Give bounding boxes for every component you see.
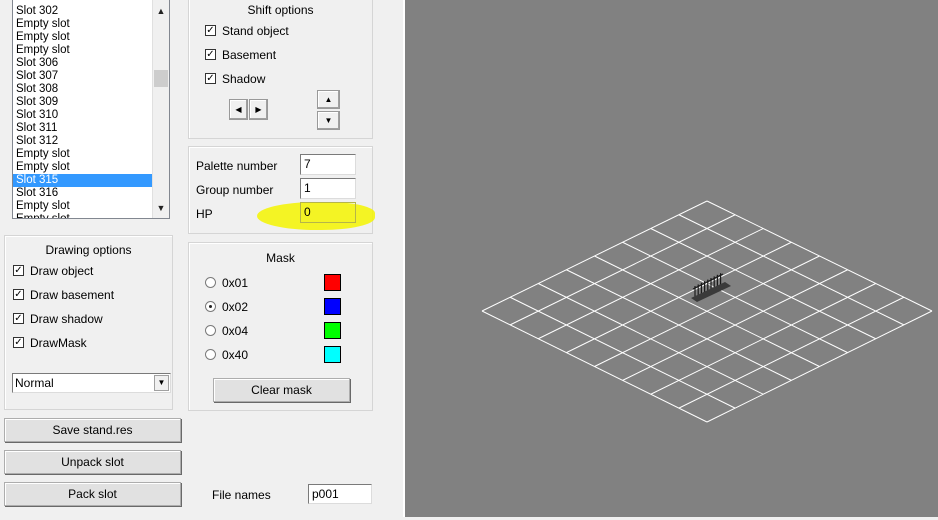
shift-options-title: Shift options bbox=[247, 3, 314, 17]
slot-list-item[interactable]: Slot 312 bbox=[13, 135, 155, 148]
slot-list-item[interactable]: Slot 315 bbox=[13, 174, 155, 187]
shift-up-button[interactable]: ▲ bbox=[317, 90, 340, 109]
palette-number-label: Palette number bbox=[196, 159, 278, 173]
group-number-input[interactable]: 1 bbox=[300, 178, 356, 199]
mask-title: Mask bbox=[266, 251, 295, 265]
clear-mask-button[interactable]: Clear mask bbox=[213, 378, 350, 402]
draw-mode-value: Normal bbox=[15, 376, 54, 390]
shift-left-button[interactable]: ◀ bbox=[229, 99, 248, 120]
checkbox-icon[interactable]: ✓ bbox=[13, 337, 24, 349]
fence-object bbox=[691, 273, 731, 302]
slot-list[interactable]: Slot 302 Empty slot Empty slot Empty slot Sl… bbox=[12, 0, 170, 219]
draw-basement-checkbox[interactable]: ✓ Draw basement bbox=[13, 288, 114, 302]
slot-list-item[interactable]: Empty slot bbox=[13, 44, 155, 57]
mask-radio-0x40[interactable]: 0x40 bbox=[205, 348, 248, 362]
slot-list-item[interactable]: Slot 310 bbox=[13, 109, 155, 122]
render-viewport[interactable] bbox=[405, 0, 938, 517]
slot-list-item[interactable]: Empty slot bbox=[13, 161, 155, 174]
mask-radio-0x02[interactable]: 0x02 bbox=[205, 300, 248, 314]
draw-mode-select[interactable]: Normal ▼ bbox=[12, 373, 171, 393]
arrow-down-icon: ▼ bbox=[324, 116, 333, 125]
slot-list-item[interactable]: Empty slot bbox=[13, 213, 155, 218]
mask-swatch-blue bbox=[324, 298, 341, 315]
draw-object-checkbox[interactable]: ✓ Draw object bbox=[13, 264, 93, 278]
scroll-up-icon[interactable]: ▲ bbox=[153, 3, 169, 19]
hp-label: HP bbox=[196, 207, 213, 221]
radio-icon[interactable] bbox=[205, 349, 216, 361]
mask-radio-0x01[interactable]: 0x01 bbox=[205, 276, 248, 290]
arrow-right-icon: ▶ bbox=[255, 105, 262, 114]
checkbox-icon[interactable]: ✓ bbox=[13, 313, 24, 325]
group-number-label: Group number bbox=[196, 183, 274, 197]
isometric-grid bbox=[481, 200, 933, 423]
arrow-up-icon: ▲ bbox=[324, 95, 333, 104]
slot-list-item[interactable]: Slot 306 bbox=[13, 57, 155, 70]
slot-list-item[interactable]: Empty slot bbox=[13, 200, 155, 213]
checkbox-icon[interactable]: ✓ bbox=[205, 49, 216, 61]
radio-icon[interactable] bbox=[205, 325, 216, 337]
file-names-input[interactable]: p001 bbox=[308, 484, 372, 504]
slot-list-item[interactable]: Slot 309 bbox=[13, 96, 155, 109]
checkbox-icon[interactable]: ✓ bbox=[13, 265, 24, 277]
checkbox-icon[interactable]: ✓ bbox=[13, 289, 24, 301]
mask-swatch-green bbox=[324, 322, 341, 339]
slot-list-item[interactable]: Slot 302 bbox=[13, 5, 155, 18]
palette-number-input[interactable]: 7 bbox=[300, 154, 356, 175]
scroll-thumb[interactable] bbox=[154, 70, 168, 87]
mask-radio-0x04[interactable]: 0x04 bbox=[205, 324, 248, 338]
scroll-down-icon[interactable]: ▼ bbox=[153, 200, 169, 216]
radio-icon[interactable] bbox=[205, 277, 216, 289]
basement-checkbox[interactable]: ✓ Basement bbox=[205, 48, 276, 62]
drawing-options-panel: Drawing options ✓ Draw object ✓ Draw basem… bbox=[4, 235, 173, 410]
pack-slot-button[interactable]: Pack slot bbox=[4, 482, 181, 506]
draw-shadow-checkbox[interactable]: ✓ Draw shadow bbox=[13, 312, 103, 326]
mask-panel: Mask 0x01 0x02 0x04 0x40 Clear mask bbox=[188, 242, 373, 411]
slot-list-item[interactable]: Empty slot bbox=[13, 18, 155, 31]
hp-input[interactable]: 0 bbox=[300, 202, 356, 223]
slot-items[interactable]: Slot 302 Empty slot Empty slot Empty slot Sl… bbox=[13, 5, 155, 218]
checkbox-icon[interactable]: ✓ bbox=[205, 25, 216, 37]
slot-list-item[interactable]: Slot 311 bbox=[13, 122, 155, 135]
arrow-left-icon: ◀ bbox=[235, 105, 242, 114]
shift-options-panel: Shift options ✓ Stand object ✓ Basement ✓ S… bbox=[188, 0, 373, 139]
mask-swatch-red bbox=[324, 274, 341, 291]
slot-list-item[interactable]: Slot 316 bbox=[13, 187, 155, 200]
save-stand-res-button[interactable]: Save stand.res bbox=[4, 418, 181, 442]
slot-list-item[interactable]: Slot 308 bbox=[13, 83, 155, 96]
stand-object-checkbox[interactable]: ✓ Stand object bbox=[205, 24, 289, 38]
checkbox-icon[interactable]: ✓ bbox=[205, 73, 216, 85]
radio-selected-icon[interactable] bbox=[205, 301, 216, 313]
mask-swatch-cyan bbox=[324, 346, 341, 363]
file-names-label: File names bbox=[212, 488, 271, 502]
draw-mask-checkbox[interactable]: ✓ DrawMask bbox=[13, 336, 87, 350]
shift-down-button[interactable]: ▼ bbox=[317, 111, 340, 130]
chevron-down-icon[interactable]: ▼ bbox=[154, 375, 169, 391]
properties-panel: Palette number 7 Group number 1 HP 0 bbox=[188, 146, 375, 234]
slot-list-scrollbar[interactable]: ▲ ▼ bbox=[152, 0, 169, 218]
drawing-options-title: Drawing options bbox=[45, 243, 132, 257]
unpack-slot-button[interactable]: Unpack slot bbox=[4, 450, 181, 474]
shadow-checkbox[interactable]: ✓ Shadow bbox=[205, 72, 265, 86]
slot-list-item[interactable]: Empty slot bbox=[13, 148, 155, 161]
slot-list-item[interactable]: Slot 307 bbox=[13, 70, 155, 83]
slot-list-item[interactable]: Empty slot bbox=[13, 31, 155, 44]
shift-right-button[interactable]: ▶ bbox=[249, 99, 268, 120]
